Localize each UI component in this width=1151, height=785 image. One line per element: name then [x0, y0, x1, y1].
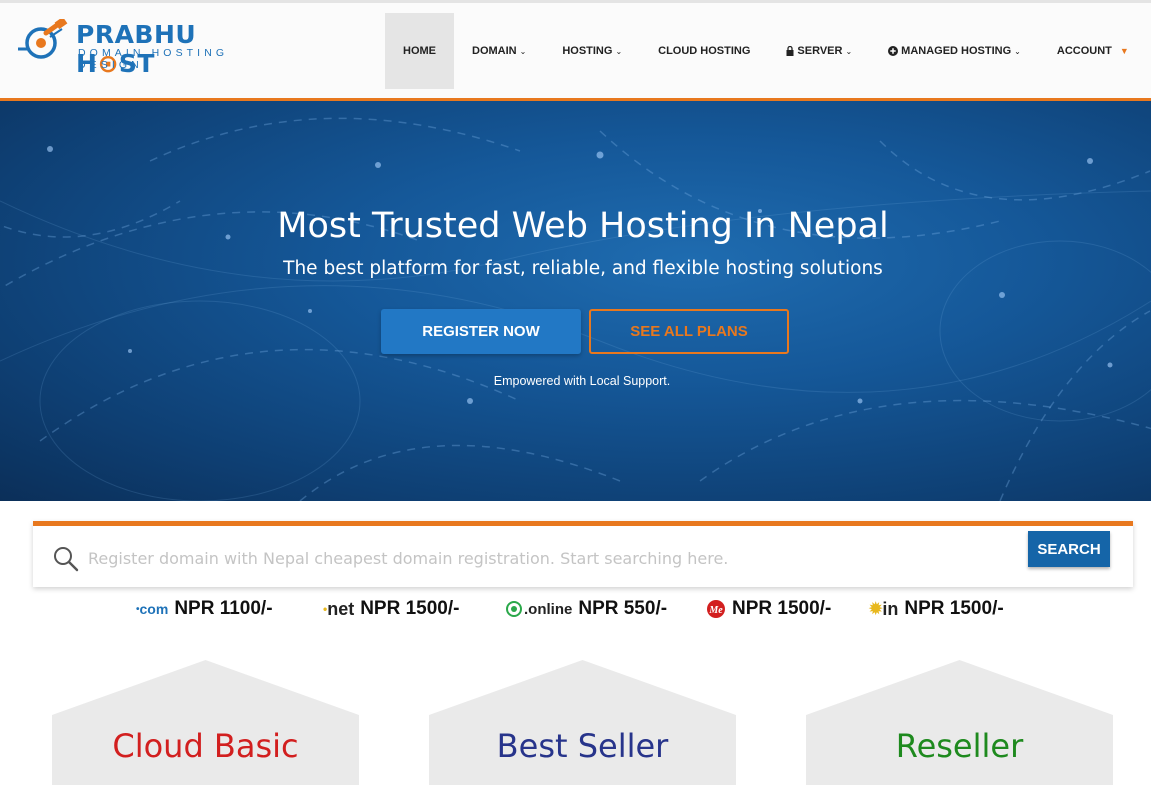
lock-icon: [786, 46, 794, 56]
network-map-background: [0, 117, 1151, 501]
nav-hosting-label: HOSTING: [562, 45, 613, 57]
tld-item-online[interactable]: .online NPR 550/-: [506, 596, 667, 622]
logo-mark-icon: [18, 19, 68, 59]
search-button[interactable]: SEARCH: [1028, 531, 1110, 567]
caret-down-icon: ▼: [1119, 46, 1129, 56]
nav-account-label: ACCOUNT: [1056, 45, 1112, 57]
me-logo-icon: Me: [706, 599, 726, 619]
nav-domain[interactable]: DOMAIN ⌄: [454, 13, 544, 89]
hero-subtitle: The best platform for fast, reliable, an…: [283, 258, 883, 279]
search-icon: [54, 547, 79, 572]
see-all-plans-button[interactable]: SEE ALL PLANS: [589, 309, 789, 354]
tld-price-list: • com NPR 1100/- • net NPR 1500/- .online …: [0, 596, 1151, 622]
in-logo-icon: ✹ in: [869, 598, 899, 619]
site-logo[interactable]: PRABHU H⊙ST DOMAIN HOSTING DESIGN: [16, 17, 266, 78]
plan-card-title: Reseller: [895, 727, 1024, 765]
chevron-down-icon: ⌄: [845, 46, 853, 56]
register-now-button[interactable]: REGISTER NOW: [381, 309, 581, 354]
plan-card-cloud-basic[interactable]: Cloud Basic: [52, 660, 359, 785]
tld-item-in[interactable]: ✹ in NPR 1500/-: [869, 596, 1004, 622]
nav-server-label: SERVER: [797, 45, 843, 57]
tld-price: NPR 1500/-: [732, 598, 832, 619]
domain-search-box: SEARCH: [33, 521, 1133, 587]
net-logo-icon: • net: [323, 598, 355, 619]
chevron-down-icon: ⌄: [519, 46, 527, 56]
tld-item-com[interactable]: • com NPR 1100/-: [136, 596, 273, 622]
tld-item-me[interactable]: Me NPR 1500/-: [706, 596, 831, 622]
tld-price: NPR 1500/-: [904, 598, 1004, 619]
tld-item-net[interactable]: • net NPR 1500/-: [323, 596, 459, 622]
domain-search-input[interactable]: [88, 540, 1048, 576]
nav-managed-hosting-label: MANAGED HOSTING: [901, 45, 1012, 57]
nav-domain-label: DOMAIN: [472, 45, 517, 57]
plan-card-title: Cloud Basic: [112, 727, 299, 765]
card-pentagon-shape: [429, 660, 736, 785]
nav-cloud-hosting[interactable]: CLOUD HOSTING: [640, 13, 768, 89]
tld-price: NPR 550/-: [578, 598, 668, 619]
chevron-down-icon: ⌄: [1014, 46, 1021, 56]
online-logo-icon: .online: [506, 601, 572, 618]
nav-home[interactable]: HOME: [385, 13, 454, 89]
plan-card-title: Best Seller: [496, 727, 669, 765]
card-pentagon-shape: [52, 660, 359, 785]
plan-card-best-seller[interactable]: Best Seller: [429, 660, 736, 785]
nav-account[interactable]: ACCOUNT ▼: [1039, 13, 1147, 89]
nav-hosting[interactable]: HOSTING ⌄: [544, 13, 640, 89]
hero-note: Empowered with Local Support.: [493, 374, 671, 388]
nav-server[interactable]: SERVER ⌄: [768, 13, 870, 89]
nav-managed-hosting[interactable]: MANAGED HOSTING ⌄: [870, 13, 1039, 89]
site-header: PRABHU H⊙ST DOMAIN HOSTING DESIGN HOME D…: [0, 0, 1151, 101]
tld-price: NPR 1500/-: [360, 598, 460, 619]
com-logo-icon: • com: [136, 601, 169, 617]
plus-circle-icon: [888, 46, 899, 56]
main-nav: HOME DOMAIN ⌄ HOSTING ⌄ CLOUD HOSTING SERV…: [385, 13, 1147, 89]
nav-home-label: HOME: [403, 45, 436, 57]
hero-title: Most Trusted Web Hosting In Nepal: [277, 206, 889, 246]
svg-text:Me: Me: [708, 605, 723, 616]
nav-cloud-hosting-label: CLOUD HOSTING: [658, 45, 751, 57]
logo-tagline: DOMAIN HOSTING DESIGN: [78, 47, 229, 71]
hero-banner: Most Trusted Web Hosting In Nepal The be…: [0, 101, 1151, 501]
plan-card-reseller[interactable]: Reseller: [806, 660, 1113, 785]
card-pentagon-shape: [806, 660, 1113, 785]
chevron-down-icon: ⌄: [615, 46, 623, 56]
tld-price: NPR 1100/-: [174, 598, 273, 619]
